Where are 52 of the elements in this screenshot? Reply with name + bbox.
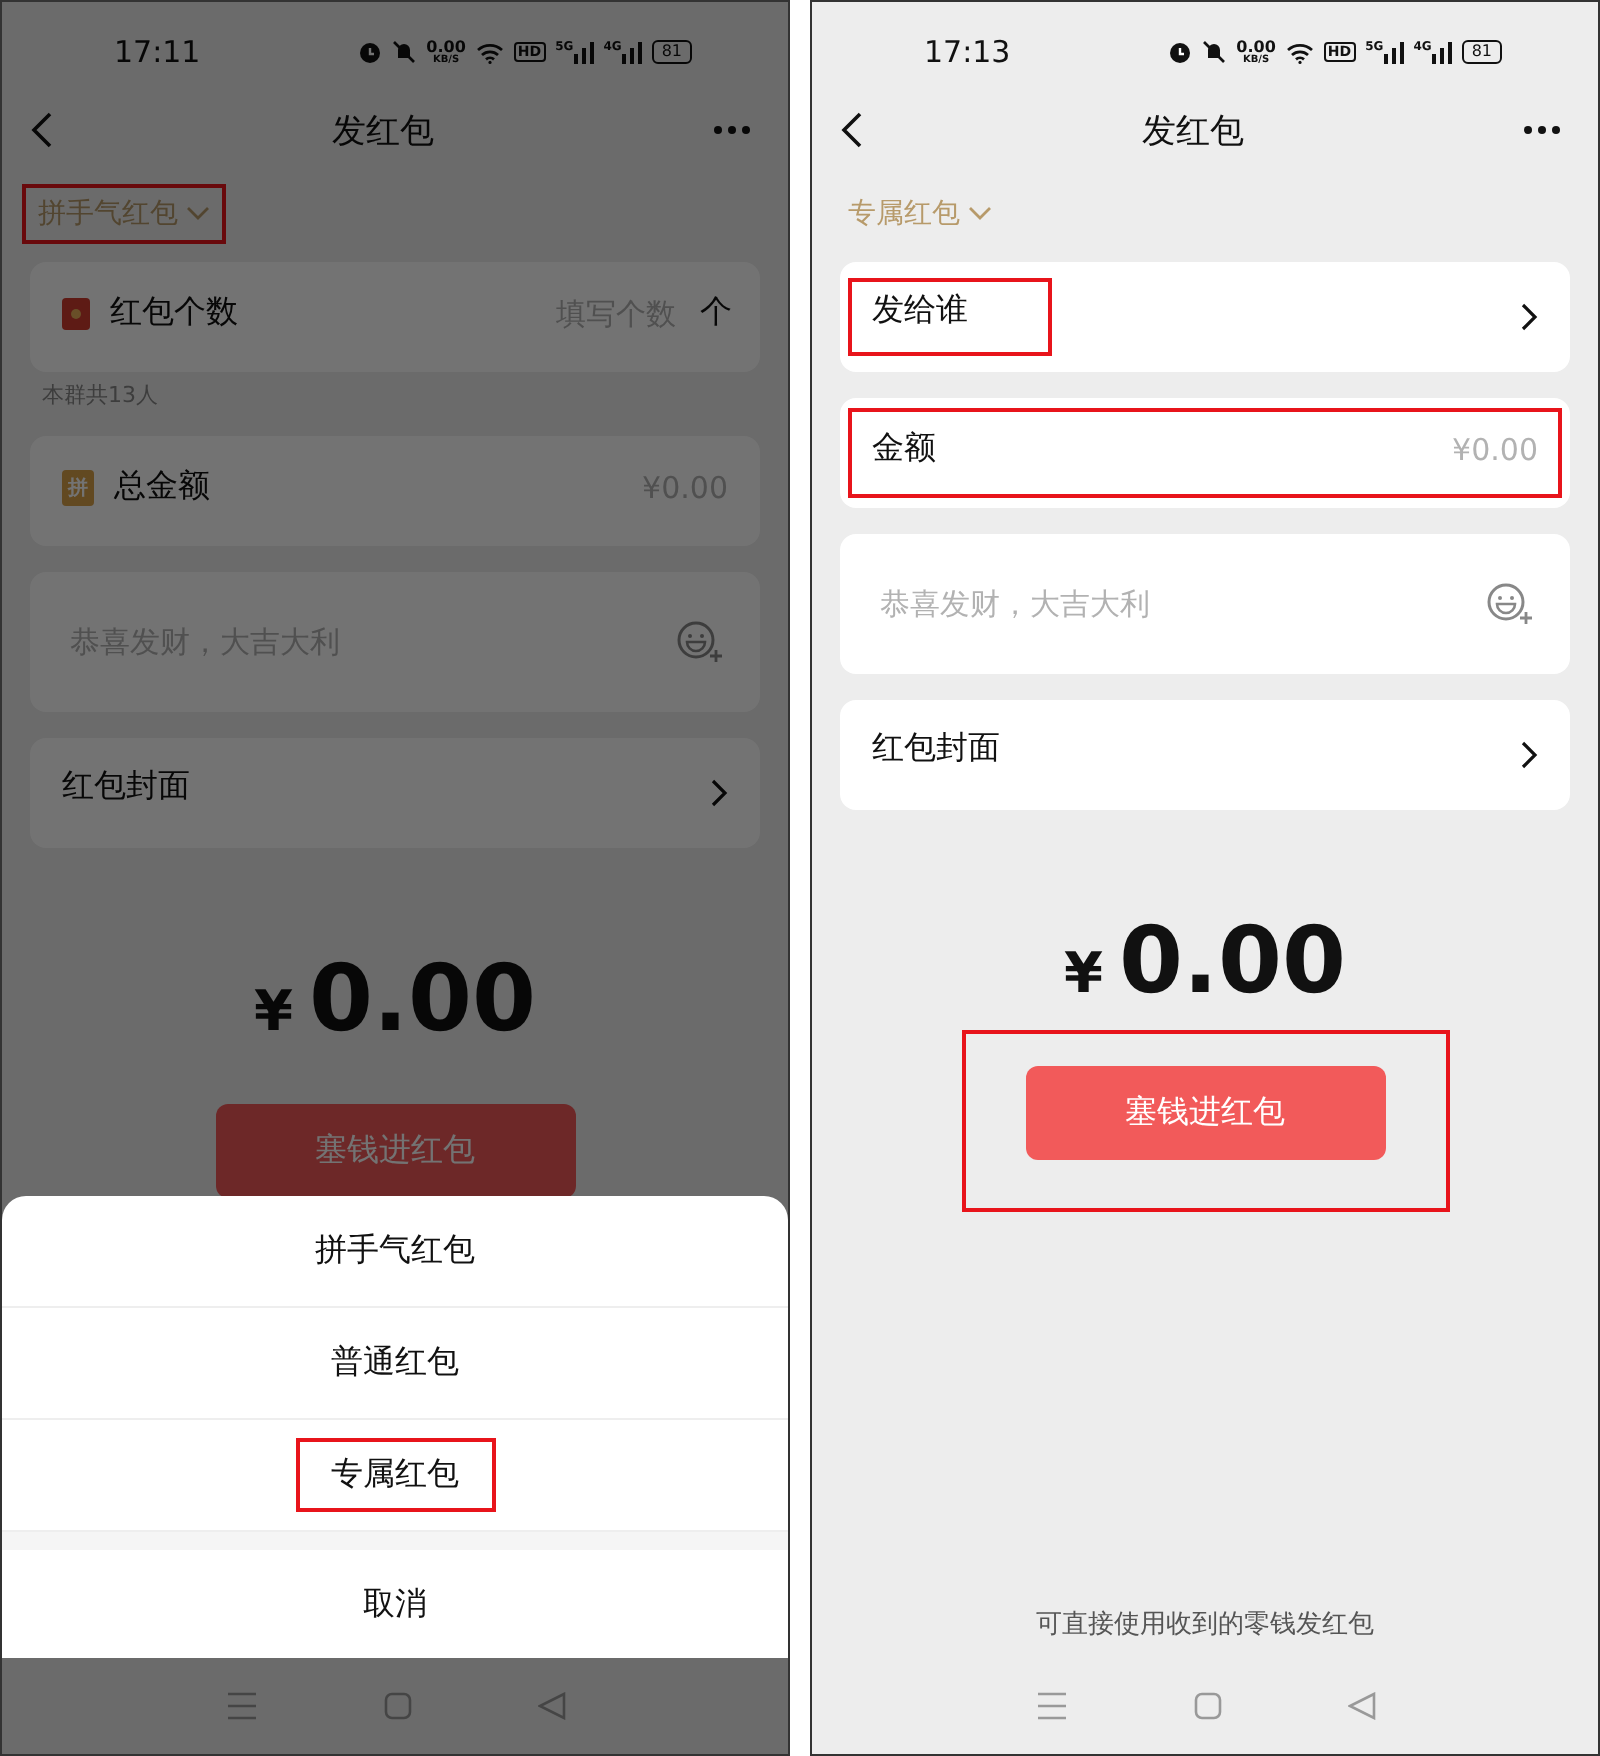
status-time: 17:11	[114, 34, 201, 70]
type-badge: 拼	[62, 469, 94, 505]
home-icon[interactable]	[383, 1692, 411, 1720]
input-field[interactable]: ¥0.00	[956, 429, 1542, 469]
field-label[interactable]: 红包封面	[872, 728, 1000, 770]
network-speed: 0.00	[426, 39, 466, 55]
back-triangle-icon[interactable]	[537, 1692, 565, 1720]
signal-icon	[1383, 41, 1404, 63]
wifi-icon	[1285, 41, 1314, 63]
amount-total: 0.00	[308, 944, 536, 1052]
footnote-text: 可直接使用收到的零钱发红包	[1034, 1608, 1376, 1644]
signal-icon	[1431, 41, 1452, 63]
chevron-down-icon	[186, 206, 210, 222]
status-time: 17:13	[924, 34, 1011, 70]
currency-symbol: ¥	[1064, 940, 1103, 1006]
field-label: 红包个数	[110, 292, 238, 334]
mute-bell-icon	[392, 40, 417, 64]
emoji-add-icon[interactable]	[676, 620, 724, 664]
chevron-right-icon[interactable]	[1520, 302, 1538, 332]
field-label: 总金额	[114, 466, 210, 508]
alarm-icon	[1168, 40, 1193, 64]
field-label[interactable]: 红包封面	[62, 766, 190, 808]
sheet-option[interactable]: 专属红包	[299, 1442, 491, 1508]
menu-icon[interactable]	[225, 1692, 257, 1720]
field-label[interactable]: 发给谁	[872, 290, 968, 332]
form-field[interactable]: 金额 ¥0.00	[840, 398, 1570, 508]
page-title: 发红包	[332, 109, 434, 153]
signal-icon	[573, 41, 594, 63]
battery-indicator: 81	[1461, 40, 1502, 64]
signal-icon	[621, 41, 642, 63]
network-speed: 0.00	[1236, 39, 1276, 55]
battery-indicator: 81	[651, 40, 692, 64]
alarm-icon	[358, 40, 383, 64]
emoji-add-icon[interactable]	[1486, 582, 1534, 626]
sheet-option[interactable]: 普通红包	[299, 1330, 491, 1396]
mute-bell-icon	[1202, 40, 1227, 64]
field-label: 金额	[872, 428, 936, 470]
more-icon[interactable]	[1522, 124, 1562, 136]
amount-total: 0.00	[1118, 906, 1346, 1014]
currency-symbol: ¥	[254, 978, 293, 1044]
chevron-down-icon	[968, 206, 992, 222]
menu-icon[interactable]	[1035, 1692, 1067, 1720]
unit-label: 个	[700, 292, 732, 334]
envelope-icon	[62, 297, 90, 329]
home-icon[interactable]	[1193, 1692, 1221, 1720]
message-field[interactable]: 恭喜发财，大吉大利	[876, 584, 1466, 624]
page-title: 发红包	[1142, 109, 1244, 153]
wifi-icon	[475, 41, 504, 63]
sheet-option[interactable]: 拼手气红包	[283, 1218, 507, 1284]
back-triangle-icon[interactable]	[1347, 1692, 1375, 1720]
chevron-right-icon[interactable]	[1520, 740, 1538, 770]
back-icon[interactable]	[840, 110, 864, 150]
